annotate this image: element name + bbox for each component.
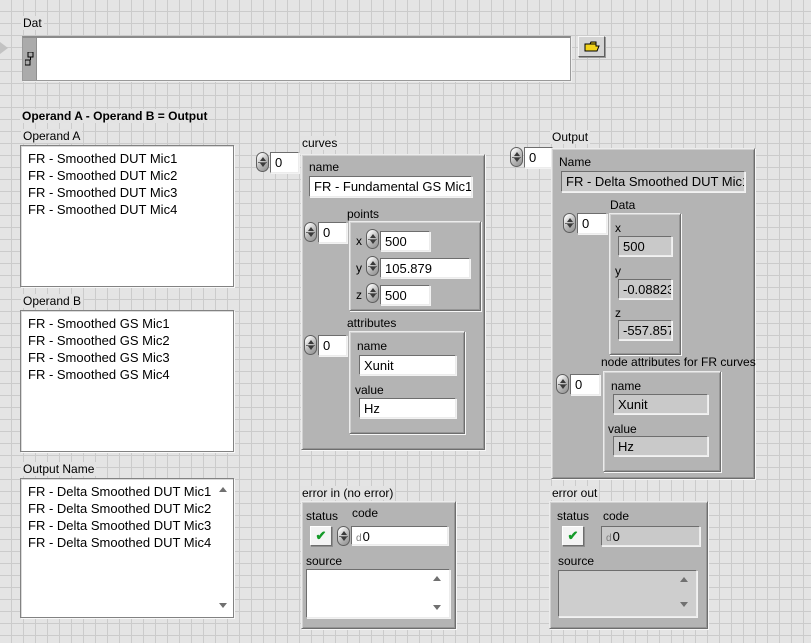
list-item[interactable]: FR - Smoothed GS Mic3 (28, 349, 233, 366)
attribute-value-label: value (355, 383, 384, 397)
browse-button[interactable] (578, 36, 605, 57)
error-in-status-checkbox[interactable]: ✔ (310, 526, 332, 546)
file-path-input[interactable] (22, 36, 571, 81)
node-attributes-label: node attributes for FR curves (601, 355, 756, 369)
error-out-source-box (558, 570, 697, 617)
error-in-code-field[interactable]: d0 (351, 526, 448, 545)
data-y-label: y (615, 264, 621, 278)
radix-indicator: d (356, 533, 362, 544)
error-in-source-label: source (306, 554, 342, 568)
operand-a-label: Operand A (21, 129, 82, 143)
data-x-label: x (615, 221, 621, 235)
data-y-field: -0.08823 (618, 279, 672, 299)
curve-name-label: name (309, 160, 339, 174)
output-index-spinner[interactable] (510, 147, 523, 167)
point-x-field[interactable]: 500 (380, 231, 430, 251)
point-z-label: z (356, 288, 362, 302)
scroll-down-icon[interactable] (433, 605, 441, 610)
list-item[interactable]: FR - Smoothed DUT Mic3 (28, 184, 233, 201)
error-in-status-label: status (306, 509, 338, 523)
data-index-spinner[interactable] (563, 213, 576, 233)
radix-indicator: d (606, 533, 612, 544)
error-in-label: error in (no error) (300, 486, 395, 500)
scroll-up-icon[interactable] (219, 487, 227, 492)
output-index-field[interactable]: 0 (524, 147, 553, 168)
error-out-code-label: code (603, 509, 629, 523)
attributes-label: attributes (347, 316, 396, 330)
node-attribute-value-field: Hz (613, 436, 708, 456)
error-in-source-box[interactable] (306, 569, 450, 618)
points-index-field[interactable]: 0 (318, 222, 347, 243)
data-z-field: -557.857 (618, 320, 672, 340)
node-attributes-index-field[interactable]: 0 (570, 374, 600, 395)
operand-a-listbox[interactable]: FR - Smoothed DUT Mic1FR - Smoothed DUT … (20, 145, 234, 287)
list-item[interactable]: FR - Smoothed DUT Mic2 (28, 167, 233, 184)
check-icon: ✔ (316, 528, 327, 543)
path-type-strip[interactable] (23, 38, 37, 80)
list-item[interactable]: FR - Smoothed DUT Mic4 (28, 201, 233, 218)
path-control-label: Dat (21, 16, 44, 30)
list-item[interactable]: FR - Smoothed GS Mic1 (28, 315, 233, 332)
list-item[interactable]: FR - Smoothed DUT Mic1 (28, 150, 233, 167)
curves-index-spinner[interactable] (256, 152, 269, 172)
attribute-value-field[interactable]: Hz (359, 398, 456, 418)
list-item[interactable]: FR - Delta Smoothed DUT Mic3 (28, 517, 233, 534)
data-index-field[interactable]: 0 (577, 213, 607, 234)
curves-index-field[interactable]: 0 (270, 152, 299, 173)
attribute-name-label: name (357, 339, 387, 353)
point-x-label: x (356, 234, 362, 248)
output-label: Output (550, 130, 590, 144)
error-in-code-label: code (352, 506, 378, 520)
labview-front-panel: Dat Operand A - Operand B = Output Opera… (0, 0, 811, 643)
list-item[interactable]: FR - Delta Smoothed DUT Mic4 (28, 534, 233, 551)
error-in-code-spinner[interactable] (337, 526, 350, 546)
panel-origin-arrow (0, 42, 8, 54)
attributes-index-spinner[interactable] (304, 335, 317, 355)
scroll-up-icon[interactable] (680, 577, 688, 582)
scroll-down-icon[interactable] (680, 602, 688, 607)
node-attribute-value-label: value (608, 422, 637, 436)
attribute-name-field[interactable]: Xunit (359, 355, 456, 375)
list-item[interactable]: FR - Delta Smoothed DUT Mic2 (28, 500, 233, 517)
node-attribute-name-label: name (611, 379, 641, 393)
list-item[interactable]: FR - Delta Smoothed DUT Mic1 (28, 483, 233, 500)
curves-label: curves (300, 136, 339, 150)
folder-icon (584, 41, 600, 52)
point-y-spinner[interactable] (366, 256, 379, 276)
attributes-index-field[interactable]: 0 (318, 335, 347, 356)
scroll-down-icon[interactable] (219, 603, 227, 608)
point-x-spinner[interactable] (366, 229, 379, 249)
point-y-label: y (356, 261, 362, 275)
section-heading: Operand A - Operand B = Output (20, 109, 209, 123)
check-icon: ✔ (568, 528, 579, 543)
node-attribute-name-field: Xunit (613, 394, 708, 414)
point-y-field[interactable]: 105.879 (380, 258, 470, 278)
error-out-status-label: status (557, 509, 589, 523)
output-name-field-label: Name (559, 155, 591, 169)
output-name-field: FR - Delta Smoothed DUT Mic1 (561, 171, 745, 192)
data-label: Data (610, 198, 635, 212)
list-item[interactable]: FR - Smoothed GS Mic2 (28, 332, 233, 349)
point-z-field[interactable]: 500 (380, 285, 430, 305)
point-z-spinner[interactable] (366, 283, 379, 303)
error-out-code-field: d0 (601, 526, 700, 546)
error-out-source-label: source (558, 554, 594, 568)
points-index-spinner[interactable] (304, 222, 317, 242)
node-attributes-index-spinner[interactable] (556, 374, 569, 394)
error-out-status-indicator: ✔ (562, 526, 584, 546)
output-name-label: Output Name (21, 462, 96, 476)
operand-b-label: Operand B (21, 294, 83, 308)
data-x-field: 500 (618, 236, 672, 256)
output-name-listbox[interactable]: FR - Delta Smoothed DUT Mic1FR - Delta S… (20, 478, 234, 618)
scroll-up-icon[interactable] (433, 576, 441, 581)
error-out-label: error out (550, 486, 599, 500)
path-symbol-icon (25, 52, 34, 66)
data-z-label: z (615, 306, 621, 320)
curve-name-field[interactable]: FR - Fundamental GS Mic1 (309, 176, 472, 197)
points-label: points (347, 207, 379, 221)
operand-b-listbox[interactable]: FR - Smoothed GS Mic1FR - Smoothed GS Mi… (20, 310, 234, 452)
list-item[interactable]: FR - Smoothed GS Mic4 (28, 366, 233, 383)
